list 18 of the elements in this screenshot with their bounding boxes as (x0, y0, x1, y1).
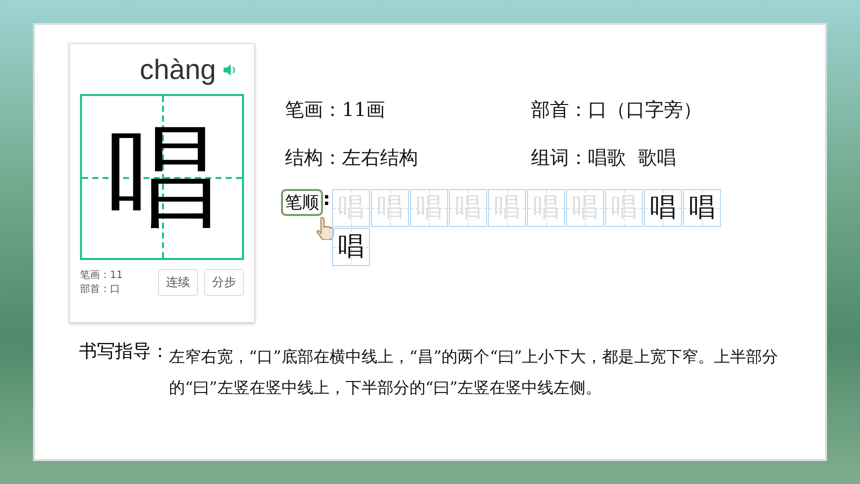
guide-paragraph: 左窄右宽，“口”底部在横中线上，“昌”的两个“曰”上小下大，都是上宽下窄。上半部分的“曰”左竖在竖中线上，下半部分的“曰”左竖在竖中线左侧。 (169, 346, 780, 399)
speaker-icon[interactable] (222, 62, 238, 78)
radical-text: 部首：口 (80, 282, 121, 296)
info-text: 组词：唱歌 歌唱 (531, 146, 678, 171)
pointing-hand-icon (315, 216, 335, 240)
stroke-step-character: 唱 (338, 234, 364, 260)
guide-heading: 书写指导： (79, 340, 169, 364)
mode-button[interactable]: 分步 (204, 268, 244, 296)
stroke-step-character: 唱 (650, 195, 676, 221)
pinyin-text: chàng (140, 54, 216, 86)
info-text: 结构：左右结构 (285, 146, 419, 171)
colon-text: : (323, 189, 330, 210)
stroke-order-label[interactable]: 笔顺 (281, 189, 323, 216)
info-text: 部首：口（口字旁） (531, 98, 703, 123)
stroke-step-character: 唱 (689, 195, 716, 221)
mode-button[interactable]: 连续 (158, 268, 198, 296)
stroke-count: 笔画：11 (80, 269, 124, 282)
info-text: 笔画：11画 (285, 98, 386, 123)
